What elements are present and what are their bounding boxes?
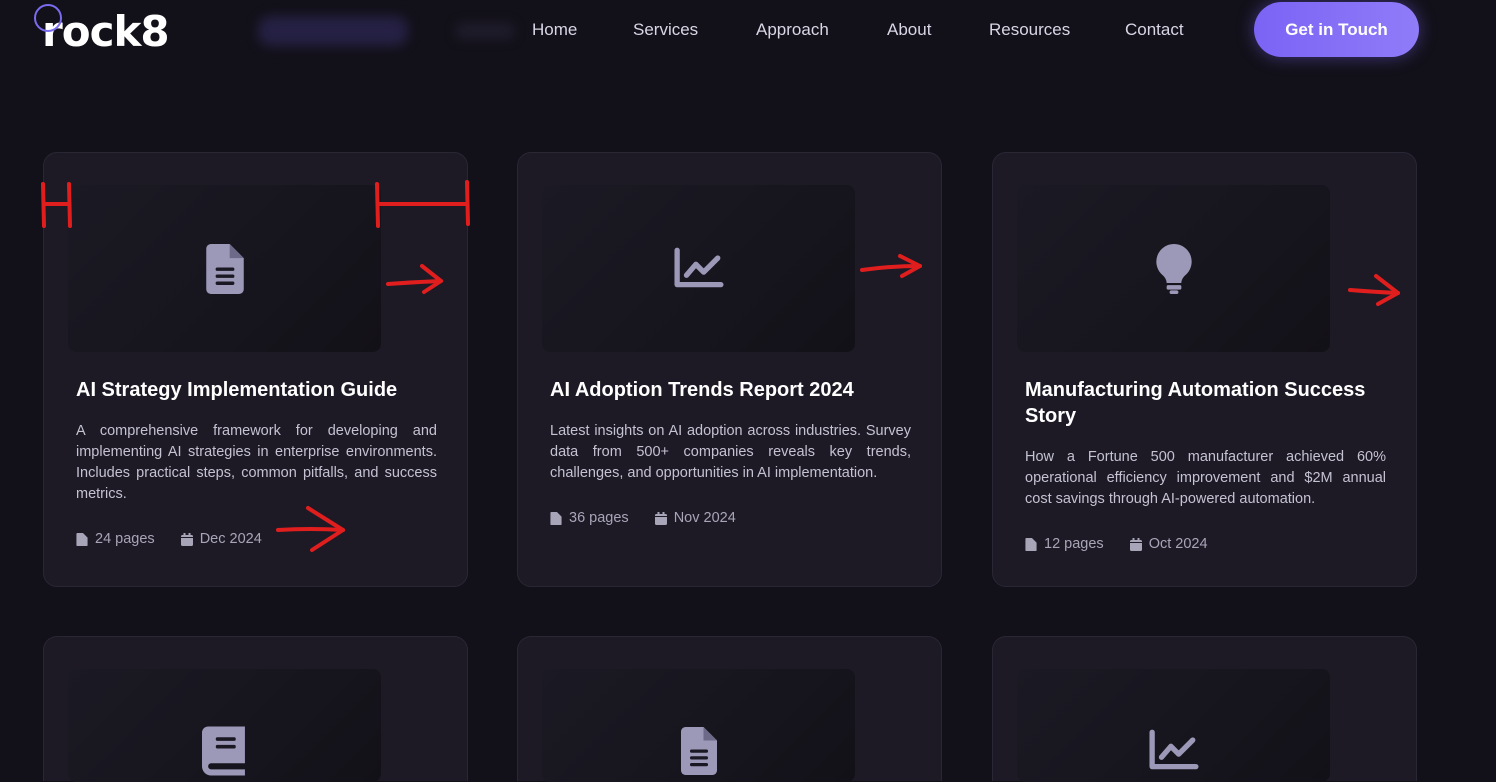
book-icon: [201, 725, 245, 776]
card-thumbnail: [542, 669, 855, 782]
card-title[interactable]: Manufacturing Automation Success Story: [1025, 377, 1385, 429]
card-title[interactable]: AI Adoption Trends Report 2024: [550, 377, 910, 403]
file-icon: [550, 511, 562, 525]
publish-date: Nov 2024: [654, 508, 736, 528]
chart-line-icon: [673, 247, 724, 287]
resource-card[interactable]: Manufacturing Automation Success Story H…: [992, 152, 1417, 587]
card-description: Latest insights on AI adoption across in…: [550, 423, 911, 481]
resource-card[interactable]: AI Strategy Implementation Guide A compr…: [43, 152, 468, 587]
card-meta: 24 pages Dec 2024: [76, 529, 284, 549]
document-icon: [680, 726, 717, 775]
calendar-icon: [180, 532, 193, 546]
card-thumbnail: [68, 185, 381, 352]
card-thumbnail: [1017, 185, 1330, 352]
resource-card[interactable]: [43, 636, 468, 782]
calendar-icon: [654, 511, 667, 525]
page-count: 24 pages: [76, 529, 155, 549]
publish-date: Oct 2024: [1129, 534, 1208, 554]
nav-contact[interactable]: Contact: [1125, 19, 1184, 41]
logo-ring-decoration: [34, 4, 62, 32]
pages-label: 24 pages: [95, 531, 155, 547]
blurred-nav-shape: [455, 22, 515, 40]
card-title[interactable]: AI Strategy Implementation Guide: [76, 377, 436, 403]
nav-services[interactable]: Services: [633, 19, 698, 41]
calendar-icon: [1129, 537, 1142, 551]
card-thumbnail: [542, 185, 855, 352]
card-thumbnail: [1017, 669, 1330, 782]
nav-about[interactable]: About: [887, 19, 931, 41]
resource-card[interactable]: [992, 636, 1417, 782]
nav-home[interactable]: Home: [532, 19, 577, 41]
pages-label: 12 pages: [1044, 536, 1104, 552]
chart-line-icon: [1148, 729, 1199, 769]
card-thumbnail: [68, 669, 381, 782]
resource-card[interactable]: [517, 636, 942, 782]
pages-label: 36 pages: [569, 510, 629, 526]
rock8-logo[interactable]: rock8: [34, 4, 170, 56]
card-description: How a Fortune 500 manufacturer achieved …: [1025, 449, 1386, 507]
card-meta: 12 pages Oct 2024: [1025, 534, 1230, 554]
document-icon: [205, 243, 244, 294]
date-label: Oct 2024: [1148, 536, 1208, 552]
site-header: rock8 Home Services Approach About Resou…: [0, 0, 1496, 70]
file-icon: [76, 532, 88, 546]
date-label: Nov 2024: [673, 510, 736, 526]
blurred-nav-shape: [258, 16, 408, 46]
file-icon: [1025, 537, 1037, 551]
lightbulb-icon: [1155, 243, 1192, 294]
card-description: A comprehensive framework for developing…: [76, 423, 437, 502]
page-count: 36 pages: [550, 508, 629, 528]
resource-card[interactable]: AI Adoption Trends Report 2024 Latest in…: [517, 152, 942, 587]
nav-approach[interactable]: Approach: [756, 19, 829, 41]
publish-date: Dec 2024: [180, 529, 262, 549]
date-label: Dec 2024: [199, 531, 262, 547]
get-in-touch-button[interactable]: Get in Touch: [1254, 2, 1419, 57]
card-meta: 36 pages Nov 2024: [550, 508, 758, 528]
nav-resources[interactable]: Resources: [989, 19, 1070, 41]
page-count: 12 pages: [1025, 534, 1104, 554]
